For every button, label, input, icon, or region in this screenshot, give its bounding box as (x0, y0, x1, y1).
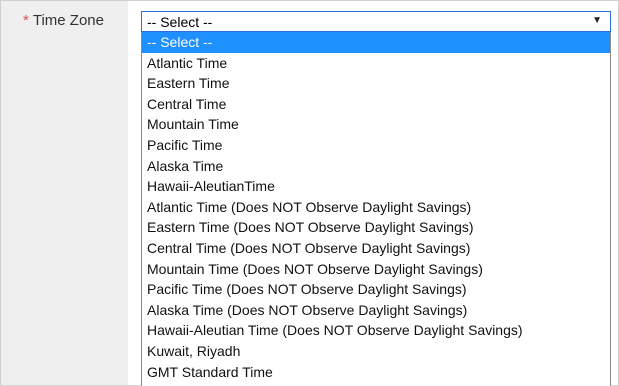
option-alaska-time[interactable]: Alaska Time (142, 156, 610, 177)
option-hawaii-aleutian-time[interactable]: Hawaii-AleutianTime (142, 176, 610, 197)
required-marker: * (23, 12, 29, 29)
option-pacific-time-no-dst[interactable]: Pacific Time (Does NOT Observe Daylight … (142, 279, 610, 300)
option-kuwait-riyadh[interactable]: Kuwait, Riyadh (142, 341, 610, 362)
option-eastern-time[interactable]: Eastern Time (142, 73, 610, 94)
option-central-time-no-dst[interactable]: Central Time (Does NOT Observe Daylight … (142, 238, 610, 259)
option-alaska-time-no-dst[interactable]: Alaska Time (Does NOT Observe Daylight S… (142, 300, 610, 321)
time-zone-select[interactable]: -- Select -- ▼ (141, 11, 611, 32)
option-pacific-time[interactable]: Pacific Time (142, 135, 610, 156)
option-mountain-time-no-dst[interactable]: Mountain Time (Does NOT Observe Daylight… (142, 259, 610, 280)
option-atlantic-time-no-dst[interactable]: Atlantic Time (Does NOT Observe Daylight… (142, 197, 610, 218)
time-zone-options-list[interactable]: -- Select -- Atlantic Time Eastern Time … (141, 32, 611, 386)
option-eastern-time-no-dst[interactable]: Eastern Time (Does NOT Observe Daylight … (142, 217, 610, 238)
time-zone-label: * Time Zone (23, 12, 104, 29)
option-atlantic-time[interactable]: Atlantic Time (142, 53, 610, 74)
option-hawaii-aleutian-time-no-dst[interactable]: Hawaii-Aleutian Time (Does NOT Observe D… (142, 320, 610, 341)
label-column: * Time Zone (1, 1, 128, 385)
option-mountain-time[interactable]: Mountain Time (142, 114, 610, 135)
option-gmt-standard-time[interactable]: GMT Standard Time (142, 362, 610, 383)
option-select-placeholder[interactable]: -- Select -- (142, 32, 610, 53)
select-value: -- Select -- (147, 14, 213, 30)
chevron-down-icon[interactable]: ▼ (592, 15, 602, 26)
option-central-time[interactable]: Central Time (142, 94, 610, 115)
time-zone-label-text: Time Zone (32, 12, 104, 29)
